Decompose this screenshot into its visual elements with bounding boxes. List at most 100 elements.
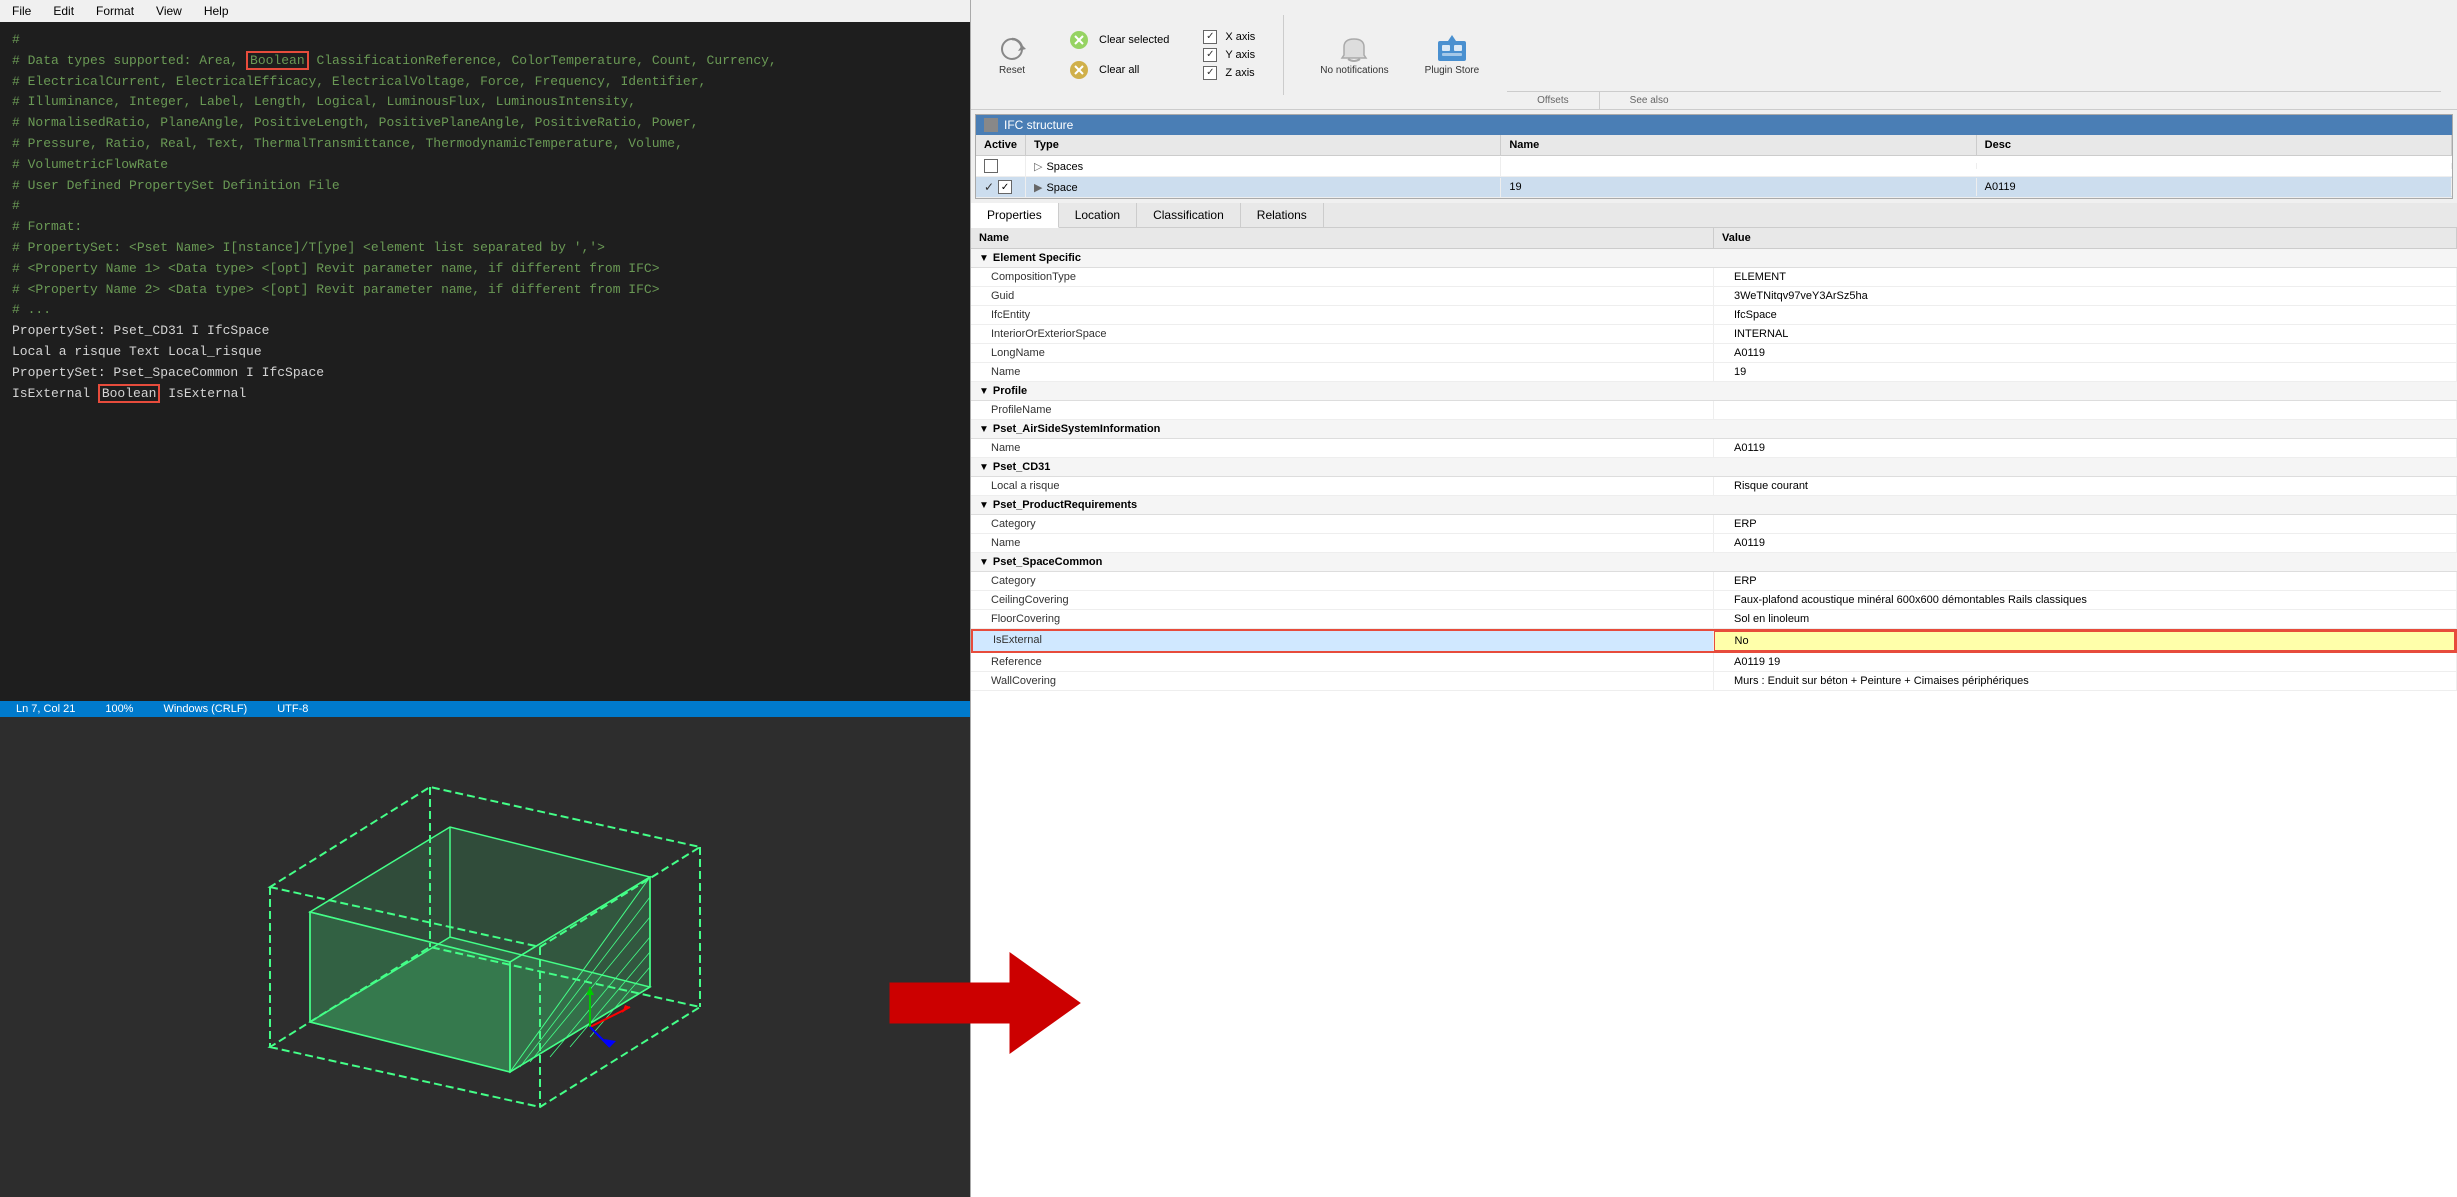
tab-classification[interactable]: Classification — [1137, 203, 1241, 227]
y-axis-checkbox[interactable]: ✓ Y axis — [1203, 48, 1255, 62]
props-data-row[interactable]: Guid3WeTNitqv97veY3ArSz5ha — [971, 287, 2457, 306]
props-group-header[interactable]: ▼Pset_AirSideSystemInformation — [971, 420, 2457, 439]
props-cell-name: Guid — [971, 287, 1714, 305]
props-data-row[interactable]: NameA0119 — [971, 534, 2457, 553]
props-group-header[interactable]: ▼Profile — [971, 382, 2457, 401]
props-cell-name: WallCovering — [971, 672, 1714, 690]
props-cell-name: IfcEntity — [971, 306, 1714, 324]
ifc-col-name: Name — [1501, 135, 1976, 155]
ifc-cell-desc — [1977, 163, 2452, 169]
ifc-panel-icon — [984, 118, 998, 132]
collapse-icon: ▼ — [979, 557, 989, 568]
props-data-row[interactable]: WallCoveringMurs : Enduit sur béton + Pe… — [971, 672, 2457, 691]
props-cell-value: Sol en linoleum — [1714, 610, 2457, 628]
props-cell-value: No — [1714, 631, 2456, 651]
props-data-row[interactable]: CeilingCoveringFaux-plafond acoustique m… — [971, 591, 2457, 610]
encoding: UTF-8 — [277, 703, 308, 715]
props-cell-value: Murs : Enduit sur béton + Peinture + Cim… — [1714, 672, 2457, 690]
ifc-cell-name — [1501, 163, 1976, 169]
props-cell-name: Category — [971, 572, 1714, 590]
tab-properties[interactable]: Properties — [971, 203, 1059, 228]
menu-help[interactable]: Help — [200, 2, 233, 20]
ifc-row[interactable]: ✓✓▶Space19A0119 — [976, 177, 2452, 198]
ifc-row[interactable]: ▷Spaces — [976, 156, 2452, 177]
properties-header: Name Value — [971, 228, 2457, 249]
props-cell-value: Faux-plafond acoustique minéral 600x600 … — [1714, 591, 2457, 609]
reset-button[interactable]: Reset — [987, 29, 1037, 80]
props-cell-name: LongName — [971, 344, 1714, 362]
props-groups: ▼Element SpecificCompositionTypeELEMENTG… — [971, 249, 2457, 691]
menu-format[interactable]: Format — [92, 2, 138, 20]
tab-location[interactable]: Location — [1059, 203, 1137, 227]
ifc-title: IFC structure — [1004, 118, 1073, 132]
3d-viewer — [0, 717, 970, 1197]
menu-view[interactable]: View — [152, 2, 186, 20]
props-cell-name: Category — [971, 515, 1714, 533]
props-group-header[interactable]: ▼Pset_CD31 — [971, 458, 2457, 477]
props-data-row[interactable]: CategoryERP — [971, 515, 2457, 534]
collapse-icon: ▼ — [979, 386, 989, 397]
cursor-position: Ln 7, Col 21 — [16, 703, 75, 715]
menu-file[interactable]: File — [8, 2, 35, 20]
ifc-title-bar: IFC structure — [976, 115, 2452, 135]
props-data-row[interactable]: LongNameA0119 — [971, 344, 2457, 363]
props-group-header[interactable]: ▼Element Specific — [971, 249, 2457, 268]
props-cell-name: CompositionType — [971, 268, 1714, 286]
props-data-row[interactable]: InteriorOrExteriorSpaceINTERNAL — [971, 325, 2457, 344]
props-data-row[interactable]: Name19 — [971, 363, 2457, 382]
props-cell-name: Name — [971, 363, 1714, 381]
props-data-row[interactable]: CategoryERP — [971, 572, 2457, 591]
props-cell-name: InteriorOrExteriorSpace — [971, 325, 1714, 343]
properties-tabs: Properties Location Classification Relat… — [971, 203, 2457, 228]
props-col-name: Name — [971, 228, 1714, 248]
reset-label: Reset — [999, 65, 1025, 76]
props-group-header[interactable]: ▼Pset_ProductRequirements — [971, 496, 2457, 515]
no-notifications-button[interactable]: No notifications — [1312, 29, 1396, 80]
collapse-icon: ▼ — [979, 253, 989, 264]
collapse-icon: ▼ — [979, 424, 989, 435]
props-cell-value: A0119 — [1714, 344, 2457, 362]
props-cell-value: INTERNAL — [1714, 325, 2457, 343]
props-cell-name: Name — [971, 439, 1714, 457]
y-axis-label: Y axis — [1225, 49, 1255, 61]
props-group-header[interactable]: ▼Pset_SpaceCommon — [971, 553, 2457, 572]
no-notifications-icon — [1338, 33, 1370, 65]
props-cell-value: IfcSpace — [1714, 306, 2457, 324]
props-cell-value: ERP — [1714, 515, 2457, 533]
properties-panel: Properties Location Classification Relat… — [971, 203, 2457, 1197]
props-cell-name: IsExternal — [973, 631, 1714, 651]
props-data-row[interactable]: Local a risqueRisque courant — [971, 477, 2457, 496]
menu-edit[interactable]: Edit — [49, 2, 78, 20]
props-cell-name: FloorCovering — [971, 610, 1714, 628]
props-data-row[interactable]: ProfileName — [971, 401, 2457, 420]
props-cell-name: Name — [971, 534, 1714, 552]
props-cell-value: Risque courant — [1714, 477, 2457, 495]
status-bar: Ln 7, Col 21 100% Windows (CRLF) UTF-8 — [0, 701, 970, 717]
plugin-store-icon — [1436, 33, 1468, 65]
plugin-store-button[interactable]: Plugin Store — [1417, 29, 1487, 80]
ifc-cell-desc: A0119 — [1977, 178, 2452, 196]
props-data-row[interactable]: ReferenceA0119 19 — [971, 653, 2457, 672]
props-data-row[interactable]: NameA0119 — [971, 439, 2457, 458]
x-axis-checkbox[interactable]: ✓ X axis — [1203, 30, 1255, 44]
clear-all-label: Clear all — [1099, 64, 1139, 76]
ifc-rows: ▷Spaces✓✓▶Space19A0119 — [976, 156, 2452, 198]
ifc-cell-active: ✓✓ — [976, 177, 1026, 197]
clear-selected-button[interactable]: Clear selected — [1067, 28, 1169, 52]
props-cell-name: Reference — [971, 653, 1714, 671]
no-notifications-label: No notifications — [1320, 65, 1388, 76]
props-data-row[interactable]: CompositionTypeELEMENT — [971, 268, 2457, 287]
collapse-icon: ▼ — [979, 500, 989, 511]
props-data-row[interactable]: IfcEntityIfcSpace — [971, 306, 2457, 325]
x-axis-check-icon: ✓ — [1203, 30, 1217, 44]
tab-relations[interactable]: Relations — [1241, 203, 1324, 227]
reset-icon — [996, 33, 1028, 65]
z-axis-checkbox[interactable]: ✓ Z axis — [1203, 66, 1255, 80]
y-axis-check-icon: ✓ — [1203, 48, 1217, 62]
clear-all-button[interactable]: Clear all — [1067, 58, 1169, 82]
ifc-cell-type: ▷Spaces — [1026, 157, 1501, 176]
props-cell-value — [1714, 401, 2457, 419]
props-data-row[interactable]: FloorCoveringSol en linoleum — [971, 610, 2457, 629]
props-data-row[interactable]: IsExternalNo — [971, 629, 2457, 653]
ifc-cell-type: ▶Space — [1026, 178, 1501, 197]
